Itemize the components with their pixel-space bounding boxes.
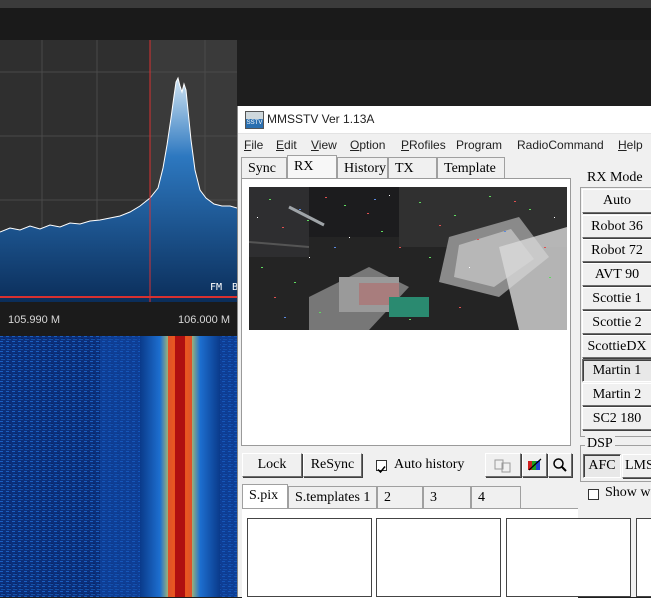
mode-martin2-button[interactable]: Martin 2 <box>582 383 651 406</box>
dsp-label: DSP <box>585 436 615 452</box>
rx-mode-label: RX Mode <box>585 170 645 186</box>
show-waterfall-checkbox[interactable] <box>588 489 599 500</box>
mode-scottiedx-button[interactable]: ScottieDX <box>582 335 651 358</box>
copy-icon <box>494 459 511 473</box>
window-title: MMSSTV Ver 1.13A <box>267 112 375 126</box>
title-bar[interactable]: SSTV MMSSTV Ver 1.13A <box>238 106 651 134</box>
mode-scottie1-button[interactable]: Scottie 1 <box>582 287 651 310</box>
menu-radiocommand[interactable]: RadioCommand <box>517 138 604 152</box>
tab-history[interactable]: History <box>337 157 388 179</box>
menu-file[interactable]: File <box>244 138 263 152</box>
menu-view[interactable]: View <box>311 138 337 152</box>
stored-picture-slot-1[interactable] <box>247 518 372 597</box>
stored-picture-slot-3[interactable] <box>506 518 631 597</box>
color-adjust-button[interactable] <box>522 453 547 477</box>
rx-panel <box>241 178 571 446</box>
tab-stemplates-3[interactable]: 3 <box>423 486 471 508</box>
mode-martin1-button[interactable]: Martin 1 <box>582 359 651 382</box>
copy-image-button[interactable] <box>485 453 521 477</box>
freq-label-right: 106.000 M <box>178 314 230 326</box>
mode-robot36-button[interactable]: Robot 36 <box>582 215 651 238</box>
auto-history-label: Auto history <box>394 457 465 472</box>
mode-robot72-button[interactable]: Robot 72 <box>582 239 651 262</box>
app-icon-text: SSTV <box>246 120 263 126</box>
sdr-top-bar <box>0 0 651 8</box>
tab-template[interactable]: Template <box>437 157 505 179</box>
waterfall-display[interactable] <box>0 336 237 597</box>
tab-stemplates-4[interactable]: 4 <box>471 486 521 508</box>
mode-auto-button[interactable]: Auto <box>582 189 651 213</box>
checkmark-icon <box>377 466 386 474</box>
mmsstv-window: SSTV MMSSTV Ver 1.13A File Edit View Opt… <box>237 106 651 598</box>
afc-button[interactable]: AFC <box>583 454 621 478</box>
menu-bar: File Edit View Option PRofiles Program R… <box>238 134 651 156</box>
tab-tx[interactable]: TX <box>388 157 437 179</box>
zoom-button[interactable] <box>548 453 572 477</box>
frequency-axis: 105.990 M 106.000 M <box>0 302 237 336</box>
menu-profiles[interactable]: PRofiles <box>401 138 446 152</box>
stored-picture-slot-2[interactable] <box>376 518 501 597</box>
magnifier-icon <box>553 458 567 472</box>
stored-picture-slot-4[interactable] <box>636 518 651 597</box>
menu-help[interactable]: Help <box>618 138 643 152</box>
sdr-mode-label: FM <box>210 282 222 293</box>
mode-sc2-180-button[interactable]: SC2 180 <box>582 407 651 430</box>
menu-option[interactable]: Option <box>350 138 385 152</box>
lms-button[interactable]: LMS <box>622 454 651 478</box>
mode-scottie2-button[interactable]: Scottie 2 <box>582 311 651 334</box>
spectrum-display[interactable]: FM B <box>0 40 237 302</box>
tab-spix[interactable]: S.pix <box>242 484 288 508</box>
lock-button[interactable]: Lock <box>242 453 302 477</box>
tab-stemplates-1[interactable]: S.templates 1 <box>288 486 377 508</box>
color-bars-icon <box>527 458 541 471</box>
freq-label-left: 105.990 M <box>8 314 60 326</box>
tab-sync[interactable]: Sync <box>241 157 287 179</box>
auto-history-checkbox[interactable] <box>376 460 387 474</box>
tab-rx[interactable]: RX <box>287 155 337 179</box>
received-image[interactable] <box>249 187 567 330</box>
resync-button[interactable]: ReSync <box>303 453 362 477</box>
mode-avt90-button[interactable]: AVT 90 <box>582 263 651 286</box>
show-waterfall-label: Show w <box>605 485 651 500</box>
menu-edit[interactable]: Edit <box>276 138 297 152</box>
sdr-header-area <box>0 8 651 40</box>
tab-stemplates-2[interactable]: 2 <box>377 486 423 508</box>
app-icon: SSTV <box>245 111 264 129</box>
menu-program[interactable]: Program <box>456 138 502 152</box>
